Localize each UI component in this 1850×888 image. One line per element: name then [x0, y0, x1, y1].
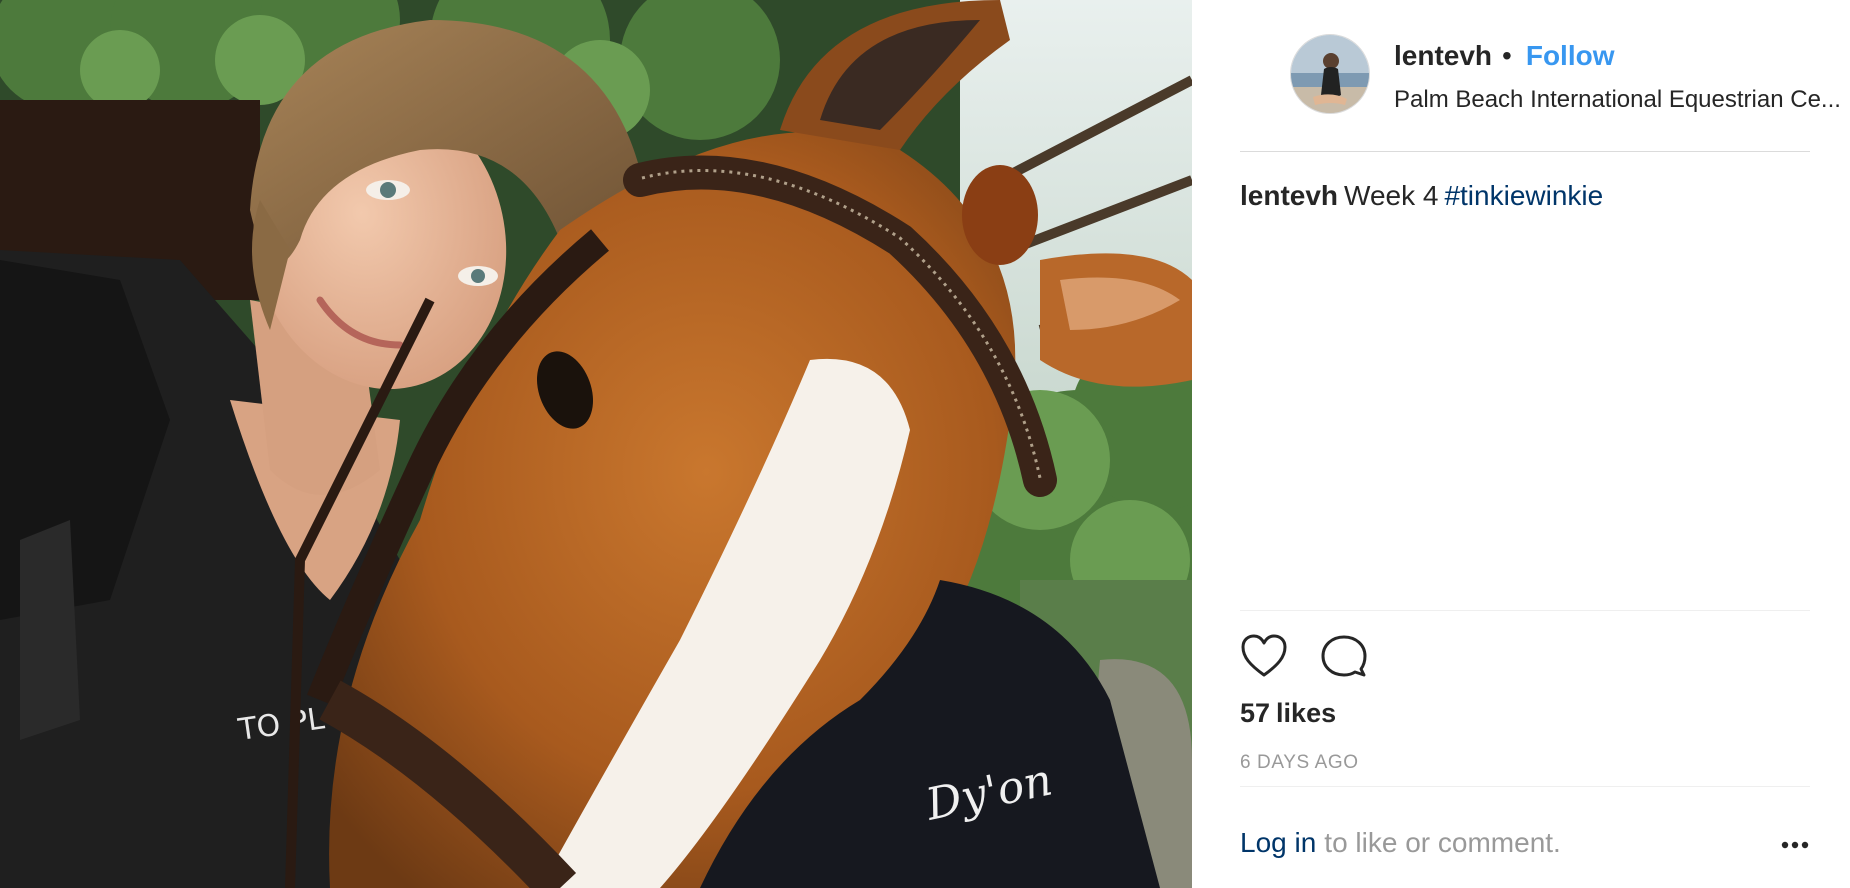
likes-label: likes [1276, 698, 1337, 728]
like-button[interactable] [1240, 632, 1292, 680]
post-photo[interactable]: TO PL Dy'on [0, 0, 1192, 888]
follow-button[interactable]: Follow [1526, 40, 1615, 72]
likes-count[interactable]: 57 likes [1240, 698, 1336, 729]
user-avatar[interactable] [1290, 34, 1370, 114]
post-photo-illustration: TO PL Dy'on [0, 0, 1192, 888]
post-caption: lentevh Week 4 #tinkiewinkie [1240, 178, 1810, 214]
instagram-post-view: TO PL Dy'on lentevh • Follow Palm Beach … [0, 0, 1850, 888]
heart-icon [1241, 634, 1287, 677]
comment-button[interactable] [1320, 632, 1372, 680]
separator-dot: • [1502, 40, 1512, 71]
actions-divider [1240, 610, 1810, 611]
action-bar [1240, 632, 1400, 680]
post-sidebar: lentevh • Follow Palm Beach Internationa… [1192, 0, 1850, 888]
hashtag-link[interactable]: #tinkiewinkie [1444, 180, 1603, 211]
login-prompt: Log in to like or comment. [1240, 827, 1561, 859]
location-link[interactable]: Palm Beach International Equestrian Ce..… [1394, 86, 1850, 114]
login-prompt-text: to like or comment. [1324, 827, 1561, 858]
caption-username-link[interactable]: lentevh [1240, 180, 1338, 211]
post-header: lentevh • Follow Palm Beach Internationa… [1240, 0, 1841, 152]
user-avatar-icon [1291, 35, 1369, 113]
more-options-icon [1781, 841, 1809, 849]
login-link[interactable]: Log in [1240, 827, 1316, 858]
more-options-button[interactable] [1780, 833, 1810, 857]
post-footer: Log in to like or comment. [1240, 786, 1810, 888]
comment-bubble-icon [1321, 635, 1367, 677]
likes-number: 57 [1240, 698, 1271, 728]
username-row: lentevh • Follow [1394, 38, 1615, 74]
caption-text: Week 4 [1344, 180, 1439, 211]
username-link[interactable]: lentevh [1394, 40, 1492, 72]
post-timestamp[interactable]: 6 DAYS AGO [1240, 752, 1359, 774]
